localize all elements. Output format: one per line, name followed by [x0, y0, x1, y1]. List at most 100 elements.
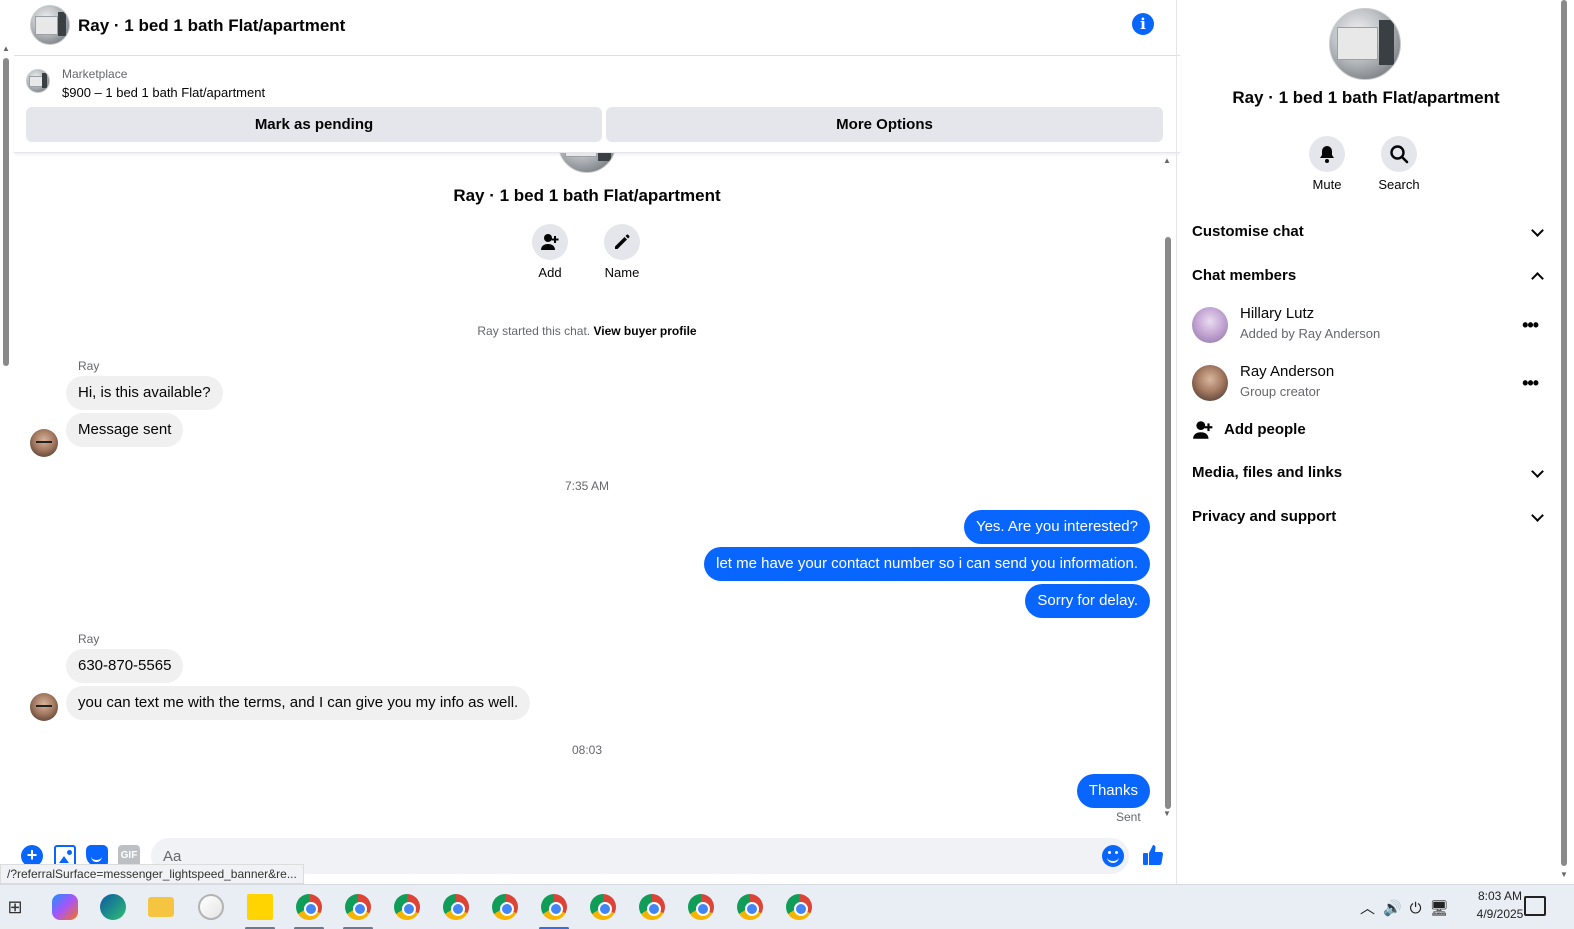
thumbs-up-glyph: [1143, 845, 1164, 866]
name-chat-button[interactable]: [604, 224, 640, 260]
media-files-links-section[interactable]: Media, files and links: [1192, 461, 1544, 485]
file-explorer-icon[interactable]: [148, 897, 174, 917]
details-avatar[interactable]: [1329, 8, 1401, 80]
copilot-icon[interactable]: [52, 894, 78, 920]
marketplace-banner: Marketplace $900 – 1 bed 1 bath Flat/apa…: [14, 57, 1180, 153]
chevron-down-icon: [1531, 465, 1544, 478]
link-status-bar: /?referralSurface=messenger_lightspeed_b…: [0, 864, 304, 884]
scrollbar-thumb[interactable]: [3, 58, 9, 366]
incoming-message[interactable]: Message sent: [66, 413, 184, 447]
scroll-down-arrow-icon[interactable]: ▼: [1163, 809, 1171, 818]
sender-avatar[interactable]: [30, 429, 58, 457]
more-options-button[interactable]: More Options: [606, 107, 1163, 142]
chat-members-label: Chat members: [1192, 267, 1297, 284]
privacy-support-label: Privacy and support: [1192, 508, 1337, 525]
scroll-down-arrow-icon[interactable]: ▼: [1560, 870, 1568, 879]
add-people-label: Add people: [1224, 421, 1306, 438]
scrollbar-thumb[interactable]: [1561, 0, 1567, 866]
messages-scrollbar[interactable]: ▲ ▼: [1162, 153, 1174, 823]
chrome-profile-icon[interactable]: [639, 894, 665, 920]
media-files-links-label: Media, files and links: [1192, 464, 1343, 481]
chat-started-text: Ray started this chat.: [477, 324, 591, 338]
chat-title[interactable]: Ray · 1 bed 1 bath Flat/apartment: [78, 16, 345, 36]
details-scrollbar[interactable]: ▼: [1558, 0, 1570, 884]
notification-center-icon[interactable]: [1524, 896, 1546, 916]
member-avatar[interactable]: [1192, 365, 1228, 401]
chrome-profile-icon[interactable]: [786, 894, 812, 920]
sender-name: Ray: [78, 632, 100, 646]
emoji-icon[interactable]: [1102, 845, 1124, 867]
search-in-conversation-button[interactable]: [1381, 136, 1417, 172]
more-options-icon[interactable]: •••: [1522, 315, 1539, 336]
add-people-button[interactable]: Add people: [1192, 418, 1542, 442]
customise-chat-label: Customise chat: [1192, 223, 1304, 240]
scroll-up-arrow-icon[interactable]: ▲: [2, 44, 10, 53]
member-subtitle: Group creator: [1240, 384, 1321, 399]
member-row[interactable]: Hillary Lutz Added by Ray Anderson •••: [1192, 305, 1542, 349]
customise-chat-section[interactable]: Customise chat: [1192, 220, 1544, 244]
sender-avatar[interactable]: [30, 693, 58, 721]
add-member-label: Add: [538, 265, 562, 280]
member-row[interactable]: Ray Anderson Group creator •••: [1192, 363, 1542, 407]
member-name[interactable]: Ray Anderson: [1240, 363, 1334, 380]
chat-header: Ray · 1 bed 1 bath Flat/apartment i: [14, 0, 1180, 56]
sent-status: Sent: [1116, 810, 1141, 824]
info-icon[interactable]: i: [1132, 13, 1154, 35]
chevron-down-icon: [1531, 509, 1544, 522]
mute-label: Mute: [1312, 177, 1342, 192]
chrome-profile-icon[interactable]: [345, 894, 371, 920]
page-scrollbar[interactable]: ▲: [0, 40, 12, 880]
bell-icon: [1320, 146, 1334, 163]
chevron-down-icon: [1531, 224, 1544, 237]
scroll-up-arrow-icon[interactable]: ▲: [1163, 156, 1171, 165]
chat-members-section[interactable]: Chat members: [1192, 264, 1544, 288]
chrome-profile-icon[interactable]: [296, 894, 322, 920]
outgoing-message[interactable]: Yes. Are you interested?: [963, 510, 1150, 544]
chat-details-panel: Ray · 1 bed 1 bath Flat/apartment Mute S…: [1176, 0, 1558, 884]
view-buyer-profile-link[interactable]: View buyer profile: [593, 324, 696, 338]
incoming-message[interactable]: Hi, is this available?: [66, 376, 223, 410]
chrome-profile-icon[interactable]: [541, 894, 567, 920]
privacy-support-section[interactable]: Privacy and support: [1192, 505, 1544, 529]
member-name[interactable]: Hillary Lutz: [1240, 305, 1314, 322]
outgoing-message[interactable]: Thanks: [1076, 774, 1150, 808]
outgoing-message[interactable]: Sorry for delay.: [1025, 584, 1150, 618]
chrome-profile-icon[interactable]: [688, 894, 714, 920]
incoming-message[interactable]: 630-870-5565: [66, 649, 184, 683]
marketplace-listing-thumbnail[interactable]: [26, 69, 50, 93]
paint-app-icon[interactable]: [198, 894, 224, 920]
tray-icons[interactable]: ︿🔊⏻🖥: [1360, 897, 1457, 918]
sticky-notes-icon[interactable]: [247, 894, 273, 920]
add-person-icon: [541, 234, 559, 250]
listing-avatar[interactable]: [30, 5, 70, 45]
more-options-icon[interactable]: •••: [1522, 373, 1539, 394]
add-member-button[interactable]: [532, 224, 568, 260]
pencil-icon: [615, 234, 630, 249]
conversation-avatar: [558, 153, 616, 173]
outgoing-message[interactable]: let me have your contact number so i can…: [704, 547, 1150, 581]
chrome-profile-icon[interactable]: [492, 894, 518, 920]
chrome-profile-icon[interactable]: [590, 894, 616, 920]
task-view-icon[interactable]: ⊞: [4, 894, 26, 920]
chrome-profile-icon[interactable]: [737, 894, 763, 920]
listing-price-title[interactable]: $900 – 1 bed 1 bath Flat/apartment: [62, 85, 265, 100]
scrollbar-thumb[interactable]: [1165, 237, 1171, 809]
search-icon: [1390, 145, 1409, 164]
mute-button[interactable]: [1309, 136, 1345, 172]
member-avatar[interactable]: [1192, 307, 1228, 343]
sender-name: Ray: [78, 359, 100, 373]
timestamp-separator: 08:03: [571, 743, 603, 757]
name-chat-label: Name: [604, 265, 640, 280]
thumbs-up-icon[interactable]: [1141, 843, 1165, 867]
windows-taskbar: ⊞ ︿🔊⏻🖥 8:03 AM 4/9/2025: [0, 884, 1574, 929]
member-subtitle: Added by Ray Anderson: [1240, 326, 1381, 341]
chrome-profile-icon[interactable]: [443, 894, 469, 920]
incoming-message[interactable]: you can text me with the terms, and I ca…: [66, 686, 531, 720]
chrome-profile-icon[interactable]: [394, 894, 420, 920]
timestamp-separator: 7:35 AM: [564, 479, 610, 493]
marketplace-label: Marketplace: [62, 67, 128, 81]
edge-browser-icon[interactable]: [100, 894, 126, 920]
mark-as-pending-button[interactable]: Mark as pending: [26, 107, 602, 142]
chat-started-notice: Ray started this chat. View buyer profil…: [14, 324, 1160, 338]
search-label: Search: [1378, 177, 1420, 192]
